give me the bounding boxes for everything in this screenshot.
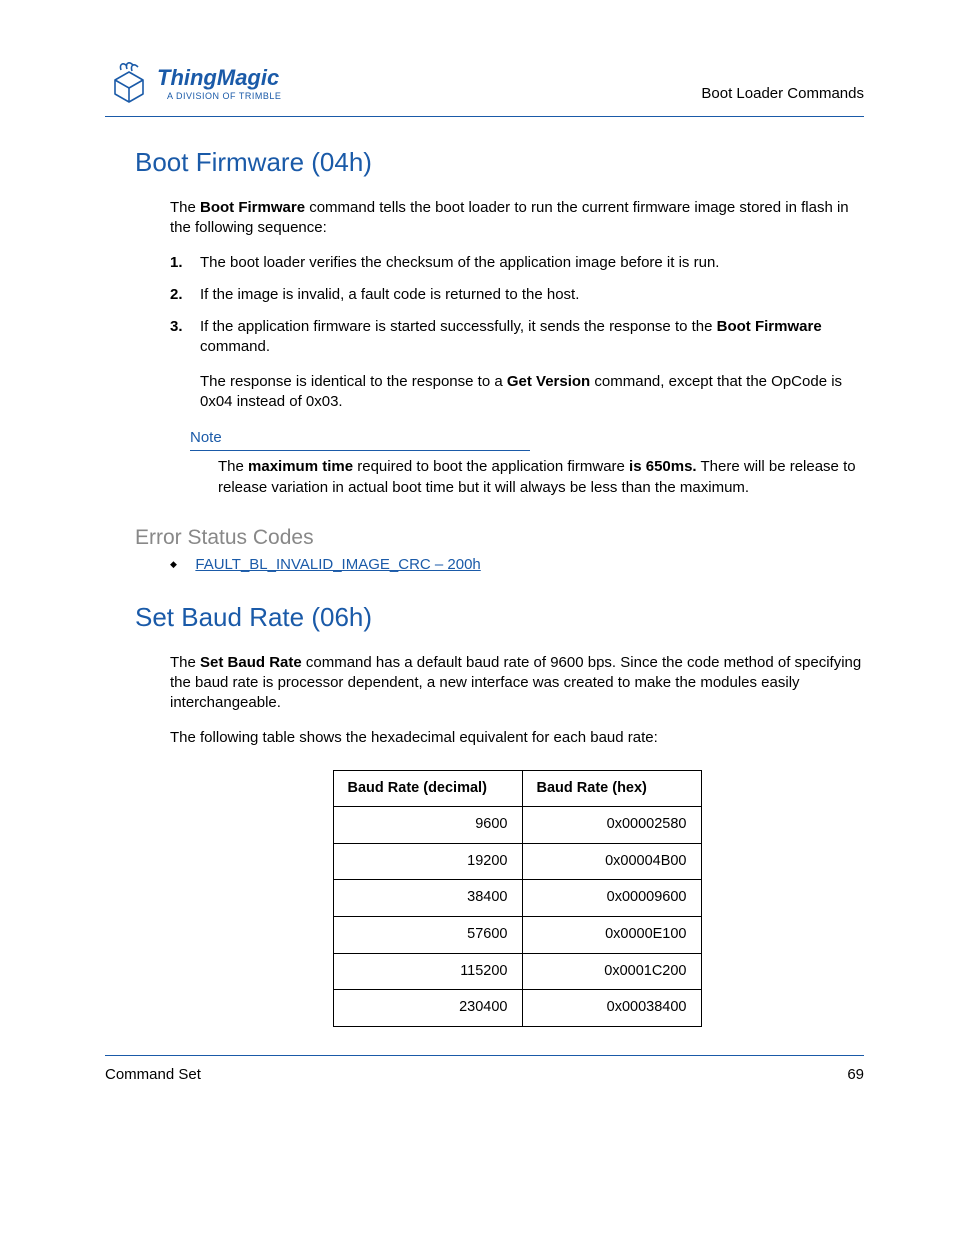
- table-row: 2304000x00038400: [333, 990, 701, 1027]
- footer-left: Command Set: [105, 1066, 201, 1083]
- note-divider: [190, 450, 530, 451]
- error-list-item: FAULT_BL_INVALID_IMAGE_CRC – 200h: [170, 556, 864, 574]
- boot-intro: The Boot Firmware command tells the boot…: [170, 198, 864, 239]
- section-title-boot-firmware: Boot Firmware (04h): [135, 147, 864, 178]
- table-row: 96000x00002580: [333, 807, 701, 844]
- baud-intro: The Set Baud Rate command has a default …: [170, 653, 864, 714]
- col-header-decimal: Baud Rate (decimal): [333, 770, 522, 807]
- page-number: 69: [847, 1066, 864, 1083]
- footer-divider: [105, 1055, 864, 1056]
- table-row: 1152000x0001C200: [333, 953, 701, 990]
- table-row: 384000x00009600: [333, 880, 701, 917]
- table-row: 576000x0000E100: [333, 917, 701, 954]
- step-2: 2. If the image is invalid, a fault code…: [170, 285, 864, 305]
- brand-tagline: A DIVISION OF TRIMBLE: [167, 91, 281, 101]
- header-divider: [105, 116, 864, 117]
- cube-icon: [105, 60, 153, 108]
- note-block: Note The maximum time required to boot t…: [190, 428, 864, 498]
- baud-rate-table: Baud Rate (decimal) Baud Rate (hex) 9600…: [333, 770, 702, 1027]
- logo: ThingMagic A DIVISION OF TRIMBLE: [105, 60, 281, 108]
- note-body: The maximum time required to boot the ap…: [218, 457, 864, 498]
- step-3: 3. If the application firmware is starte…: [170, 317, 864, 412]
- header-section-title: Boot Loader Commands: [701, 85, 864, 108]
- error-status-heading: Error Status Codes: [135, 526, 864, 550]
- baud-table-intro: The following table shows the hexadecima…: [170, 728, 864, 748]
- brand-name: ThingMagic: [157, 67, 281, 89]
- response-note: The response is identical to the respons…: [200, 372, 864, 413]
- note-label: Note: [190, 428, 864, 448]
- table-row: 192000x00004B00: [333, 843, 701, 880]
- step-1: 1. The boot loader verifies the checksum…: [170, 253, 864, 273]
- error-link[interactable]: FAULT_BL_INVALID_IMAGE_CRC – 200h: [195, 556, 480, 573]
- section-title-set-baud: Set Baud Rate (06h): [135, 602, 864, 633]
- col-header-hex: Baud Rate (hex): [522, 770, 701, 807]
